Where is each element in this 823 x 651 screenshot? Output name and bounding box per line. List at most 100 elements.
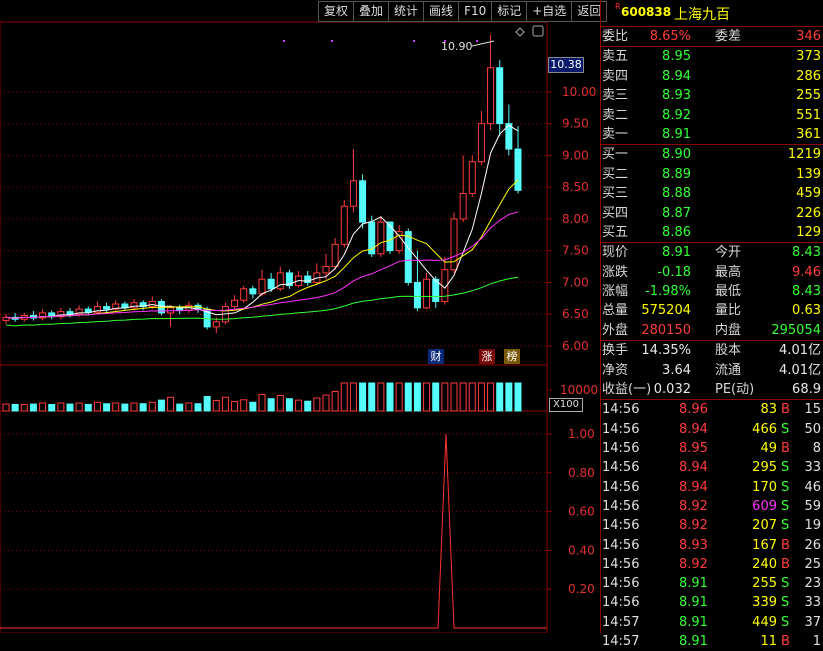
tick-time: 14:56 [602,518,640,534]
tick-time: 14:56 [602,402,640,418]
volume-bar [221,396,229,412]
tick-count: 33 [804,460,821,476]
stat-value: 8.91 [662,245,691,261]
candlestick-chart[interactable]: 10.00 9.50 9.00 8.50 8.00 7.50 7.00 6.50 6.00 10.… [0,0,600,633]
tick-time: 14:56 [602,595,640,611]
chart-area[interactable]: 10.00 9.50 9.00 8.50 8.00 7.50 7.00 6.50 6.00 10.… [0,0,600,633]
stock-name[interactable]: 上海九百 [674,4,730,24]
volume-bar [185,402,193,412]
volume-bar [514,382,522,412]
draw-line-button[interactable]: 画线 [424,1,460,22]
tick-side: S [781,421,790,437]
sell-level-label: 卖二 [602,107,629,123]
volume-bar [103,403,111,412]
ranking-badge[interactable]: 榜 [504,349,520,364]
volume-bar [157,399,165,412]
current-price-tag: 10.38 [548,57,584,73]
r-mark: R [615,2,621,11]
tick-time: 14:56 [602,460,640,476]
tick-price: 8.94 [679,479,708,495]
tick-volume: 170 [752,479,777,495]
tick-time: 14:56 [602,556,640,572]
tick-list[interactable]: 14:56 8.96 83 B 15 14:56 8.94 466 S 50 14:56 8.95 49… [601,399,823,651]
volume-bar [148,401,156,412]
tick-row: 14:56 8.92 207 S 19 [601,516,823,535]
volume-bar [240,399,248,412]
event-marker [413,40,415,42]
sell-level-price: 8.93 [662,88,691,104]
volume-bar [231,401,239,412]
stat-label-2: 流通 [715,362,742,378]
stat-label-2: 最低 [715,284,742,300]
volume-bar [468,382,476,412]
finance-badge[interactable]: 财 [428,349,444,364]
tick-volume: 240 [752,556,777,572]
volume-bar [404,382,412,412]
volume-bar [413,382,421,412]
buy-level-qty: 459 [796,186,821,202]
price-axis-label: 8.50 [562,180,589,194]
volume-bar [505,382,513,412]
tick-time: 14:56 [602,421,640,437]
volume-bar [487,382,495,412]
weibi-row: 委比 8.65% 委差 346 [601,26,823,46]
buy-level-row: 买三 8.88 459 [601,184,823,203]
volume-bar [57,402,65,412]
sell-level-row: 卖二 8.92 551 [601,106,823,125]
volume-bar [459,382,467,412]
volume-axis-label: 10000 [560,383,598,397]
tick-price: 8.92 [679,556,708,572]
tick-time: 14:56 [602,576,640,592]
tick-row: 14:56 8.91 255 S 23 [601,574,823,593]
tick-side: S [781,518,790,534]
buy-level-qty: 129 [796,224,821,240]
limit-up-badge[interactable]: 涨 [479,349,495,364]
buy-level-label: 买五 [602,224,629,240]
tick-time: 14:56 [602,498,640,514]
candle-down [249,288,257,295]
stats-button[interactable]: 统计 [389,1,425,22]
mark-button[interactable]: 标记 [492,1,528,22]
buy-level-row: 买一 8.90 1219 [601,145,823,164]
add-watchlist-button[interactable]: +自选 [527,1,573,22]
tick-volume: 255 [752,576,777,592]
candle-up [231,299,239,308]
volume-bar [93,401,101,412]
weibi-label: 委比 [602,29,629,44]
volume-bar [176,403,184,412]
volume-bar [2,403,10,412]
volume-bar [203,396,211,412]
volume-bar [304,400,312,412]
stat-value-2: 8.43 [792,284,821,300]
price-axis-label: 6.50 [562,307,589,321]
stat-value-2: 4.01亿 [779,362,821,378]
price-axis-label: 6.00 [562,339,589,353]
stat-value: -1.98% [645,284,691,300]
stat-value-2: 295054 [771,322,821,338]
ma20-line [5,211,519,319]
volume-bar [450,382,458,412]
tick-price: 8.91 [679,614,708,630]
stat-value: 3.64 [662,362,691,378]
tick-row: 14:56 8.94 295 S 33 [601,458,823,477]
volume-bar [84,403,92,412]
tick-count: 50 [804,421,821,437]
stock-code[interactable]: 600838 [621,5,671,19]
tick-row: 14:57 8.91 11 B 1 [601,632,823,651]
event-marker [476,40,478,42]
volume-bar [395,382,403,412]
candle-up [212,321,220,328]
fuquan-button[interactable]: 复权 [318,1,355,22]
stat-value: 14.35% [641,343,691,359]
quote-panel: R 600838 上海九百 委比 8.65% 委差 346 卖五 8.95 373 卖… [600,0,823,649]
overlay-button[interactable]: 叠加 [354,1,390,22]
ma10-line [5,179,519,319]
f10-button[interactable]: F10 [459,1,493,22]
stat-value-2: 68.9 [792,382,821,398]
volume-bar [75,402,83,412]
tick-count: 33 [804,595,821,611]
buy-level-qty: 226 [796,205,821,221]
tick-volume: 339 [752,595,777,611]
tick-volume: 83 [760,402,777,418]
tick-row: 14:56 8.91 339 S 33 [601,593,823,612]
